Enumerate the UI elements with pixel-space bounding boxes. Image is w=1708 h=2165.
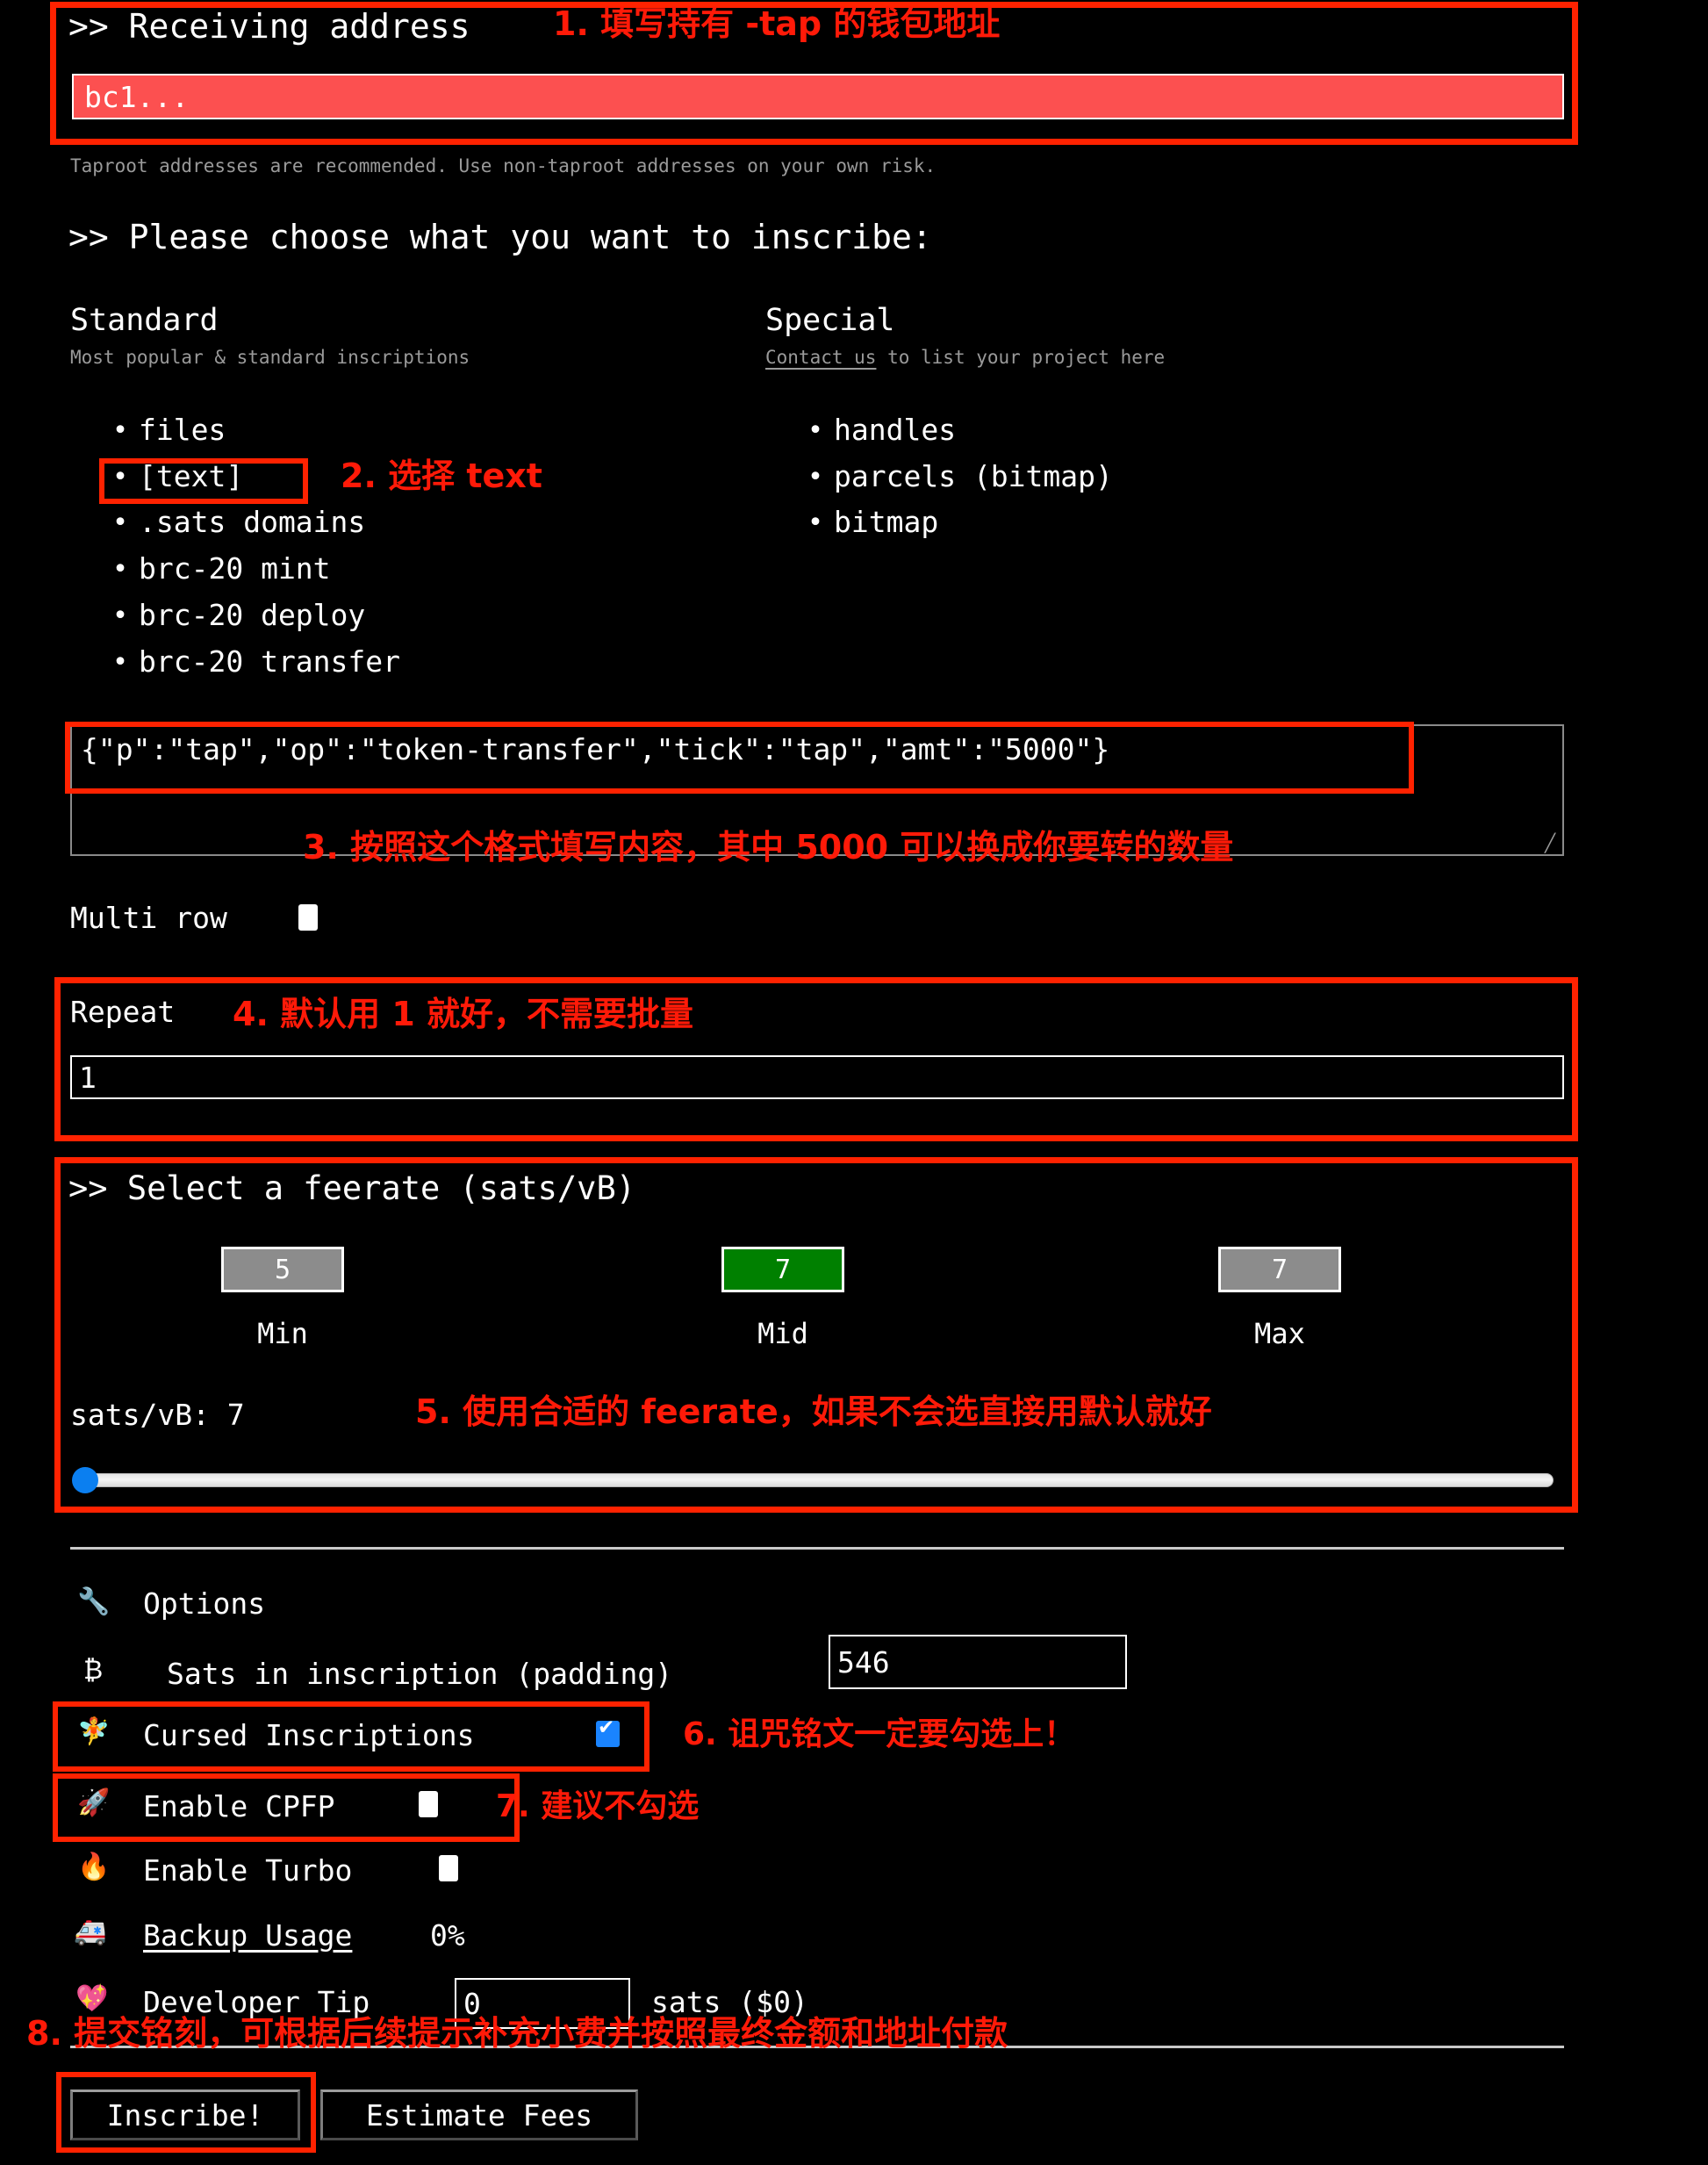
list-bullet: •: [807, 462, 824, 493]
enable-turbo-label: Enable Turbo: [143, 1853, 353, 1888]
options-divider: [70, 1547, 1564, 1550]
annotation-5-text: 5. 使用合适的 feerate，如果不会选直接用默认就好: [415, 1392, 1212, 1431]
feerate-min-label: Min: [257, 1317, 308, 1350]
list-bullet: •: [112, 647, 129, 678]
standard-item-files[interactable]: files: [139, 413, 226, 447]
inscribe-button[interactable]: Inscribe!: [70, 2089, 300, 2140]
standard-item-sats-domains[interactable]: .sats domains: [139, 505, 365, 539]
fire-icon: 🔥: [77, 1852, 111, 1882]
feerate-max-button[interactable]: 7: [1218, 1247, 1341, 1292]
list-bullet: •: [112, 601, 129, 631]
annotation-7-text: 7. 建议不勾选: [496, 1788, 700, 1824]
multi-row-checkbox[interactable]: [298, 904, 318, 931]
inscribe-button-label: Inscribe!: [106, 2097, 264, 2133]
annotation-1-text: 1. 填写持有 -tap 的钱包地址: [553, 4, 1001, 43]
feerate-mid-label: Mid: [757, 1317, 808, 1350]
annotation-3-text: 3. 按照这个格式填写内容，其中 5000 可以换成你要转的数量: [303, 828, 1234, 867]
enable-cpfp-checkbox[interactable]: [419, 1791, 438, 1817]
backup-usage-link[interactable]: Backup Usage: [143, 1918, 352, 1953]
options-title: Options: [143, 1586, 266, 1621]
cursed-inscriptions-checkbox[interactable]: [596, 1718, 620, 1747]
choose-inscribe-heading: >> Please choose what you want to inscri…: [68, 218, 932, 256]
feerate-max-value: 7: [1271, 1254, 1288, 1285]
standard-column-subtitle: Most popular & standard inscriptions: [70, 347, 470, 368]
slider-track: [88, 1473, 1554, 1487]
repeat-input[interactable]: [70, 1055, 1564, 1099]
fairy-icon: 🧚: [77, 1716, 111, 1747]
rocket-icon: 🚀: [77, 1787, 111, 1818]
special-item-bitmap[interactable]: bitmap: [834, 505, 938, 539]
estimate-fees-button-label: Estimate Fees: [365, 2097, 593, 2133]
receiving-address-input[interactable]: [72, 74, 1564, 119]
standard-item-text[interactable]: [text]: [139, 459, 243, 493]
receiving-address-heading: >> Receiving address: [68, 7, 470, 46]
address-hint-text: Taproot addresses are recommended. Use n…: [70, 155, 937, 176]
contact-us-link[interactable]: Contact us: [765, 347, 876, 368]
repeat-label: Repeat: [70, 995, 176, 1029]
ambulance-icon: 🚑: [74, 1917, 107, 1947]
feerate-heading: >> Select a feerate (sats/vB): [68, 1169, 636, 1207]
annotation-4-text: 4. 默认用 1 就好，不需要批量: [233, 995, 694, 1033]
feerate-max-label: Max: [1254, 1317, 1305, 1350]
wrench-icon: 🔧: [77, 1586, 111, 1617]
standard-item-brc20-deploy[interactable]: brc-20 deploy: [139, 598, 365, 632]
enable-cpfp-label: Enable CPFP: [143, 1789, 335, 1823]
sats-padding-input[interactable]: [829, 1635, 1127, 1689]
enable-turbo-checkbox[interactable]: [439, 1855, 458, 1881]
slider-thumb[interactable]: [72, 1467, 98, 1493]
standard-column-title: Standard: [70, 303, 219, 338]
multi-row-label: Multi row: [70, 901, 227, 935]
special-column-subtitle: Contact us to list your project here: [765, 347, 1165, 368]
special-column-title: Special: [765, 303, 895, 338]
feerate-current-value: sats/vB: 7: [70, 1398, 245, 1432]
feerate-mid-value: 7: [774, 1254, 792, 1285]
standard-item-brc20-transfer[interactable]: brc-20 transfer: [139, 644, 400, 679]
special-item-parcels[interactable]: parcels (bitmap): [834, 459, 1113, 493]
annotation-6-text: 6. 诅咒铭文一定要勾选上！: [683, 1716, 1076, 1752]
list-bullet: •: [112, 507, 129, 538]
textarea-resize-grip[interactable]: ╱: [1545, 832, 1555, 853]
estimate-fees-button[interactable]: Estimate Fees: [320, 2089, 638, 2140]
sparkling-heart-icon: 💖: [75, 1983, 109, 2014]
cursed-inscriptions-label: Cursed Inscriptions: [143, 1718, 475, 1752]
list-bullet: •: [112, 462, 129, 493]
annotation-2-text: 2. 选择 text: [341, 457, 542, 495]
list-bullet: •: [112, 415, 129, 446]
special-subtitle-rest: to list your project here: [876, 347, 1166, 368]
inscription-form-page: >> Receiving address 1. 填写持有 -tap 的钱包地址 …: [0, 0, 1708, 2165]
feerate-mid-button[interactable]: 7: [721, 1247, 844, 1292]
backup-usage-value: 0%: [430, 1918, 465, 1953]
special-item-handles[interactable]: handles: [834, 413, 956, 447]
list-bullet: •: [112, 554, 129, 585]
feerate-slider[interactable]: [72, 1466, 1569, 1493]
list-bullet: •: [807, 507, 824, 538]
feerate-min-button[interactable]: 5: [221, 1247, 344, 1292]
sats-padding-label: Sats in inscription (padding): [167, 1657, 673, 1691]
bitcoin-icon: ₿: [83, 1655, 104, 1686]
standard-item-brc20-mint[interactable]: brc-20 mint: [139, 551, 331, 586]
list-bullet: •: [807, 415, 824, 446]
annotation-8-text: 8. 提交铭刻，可根据后续提示补充小费并按照最终金额和地址付款: [26, 2014, 1008, 2053]
feerate-min-value: 5: [274, 1254, 291, 1285]
